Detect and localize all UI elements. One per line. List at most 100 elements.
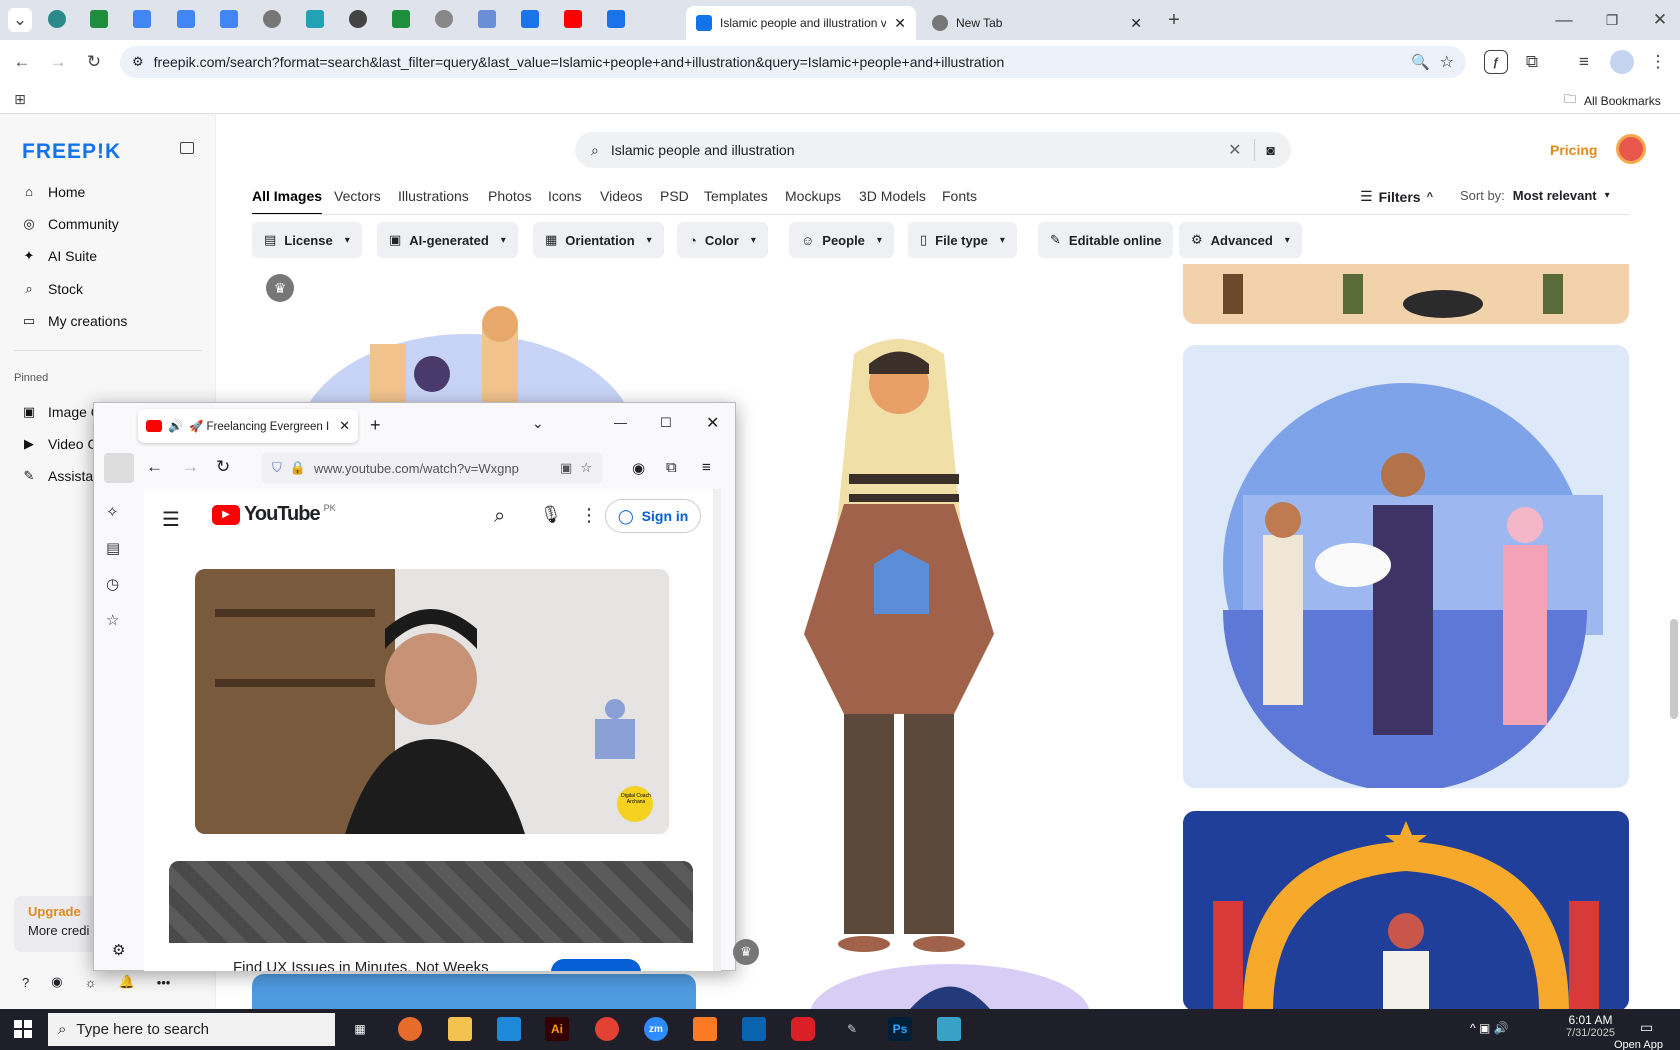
freepik-logo[interactable]: FREEP!K	[22, 140, 121, 164]
popup-settings-gear-icon[interactable]: ⚙	[112, 941, 125, 959]
creative-cloud-icon[interactable]	[791, 1017, 815, 1041]
bookmarks-star-icon[interactable]: ☆	[106, 611, 120, 629]
app-tab-icon[interactable]	[306, 10, 324, 28]
ad-cta-button[interactable]	[551, 959, 641, 971]
url-text[interactable]: freepik.com/search?format=search&last_fi…	[154, 54, 1401, 70]
tab-list-button[interactable]: ⌄	[8, 8, 32, 32]
tab-photos[interactable]: Photos	[488, 188, 532, 204]
popup-back-icon[interactable]: ←	[146, 457, 163, 477]
new-tab-plus-icon[interactable]: +	[1162, 8, 1186, 32]
pip-icon[interactable]: ▣	[560, 460, 572, 476]
discord-icon[interactable]: ◉	[51, 974, 62, 990]
more-menu-icon[interactable]: ⋮	[1646, 50, 1670, 74]
popup-close-icon[interactable]: ✕	[706, 413, 719, 433]
sheets-tab-icon[interactable]	[392, 10, 410, 28]
close-tab-icon[interactable]: ✕	[1130, 15, 1142, 32]
file-explorer-icon[interactable]	[448, 1017, 472, 1041]
scrollbar-thumb[interactable]	[1670, 619, 1678, 719]
sidebar-item-assistant[interactable]: ✎ Assistan	[22, 468, 101, 484]
taskbar-search[interactable]: ⌕ Type here to search	[48, 1013, 335, 1046]
reload-icon[interactable]: ↻	[82, 50, 106, 74]
popup-account-icon[interactable]: ◉	[632, 459, 645, 477]
all-bookmarks-button[interactable]: 🗀 All Bookmarks	[1564, 90, 1661, 111]
docs-tab-icon[interactable]	[220, 10, 238, 28]
popup-tab-list-icon[interactable]: ⌄	[532, 415, 544, 432]
clear-search-icon[interactable]: ✕	[1228, 140, 1241, 160]
popup-url-text[interactable]: www.youtube.com/watch?v=Wxgnp	[314, 461, 552, 476]
yt-sign-in-button[interactable]: ◯ Sign in	[605, 499, 702, 533]
popup-menu-icon[interactable]: ≡	[702, 459, 711, 476]
tab-freepik-active[interactable]: Islamic people and illustration v ✕	[686, 6, 916, 40]
tab-3d-models[interactable]: 3D Models	[859, 188, 926, 204]
sort-dropdown[interactable]: Sort by: Most relevant ▾	[1460, 188, 1610, 203]
restore-window-icon[interactable]: ❐	[1600, 8, 1624, 32]
sidebar-item-ai-suite[interactable]: ✦ AI Suite	[22, 248, 97, 264]
filter-color[interactable]: ◔ Color ▾	[677, 222, 768, 258]
tray-icons[interactable]: ^ ▣ 🔊	[1470, 1021, 1509, 1035]
notification-bell-icon[interactable]: 🔔	[119, 974, 135, 990]
result-image-man-with-prayer-shawl[interactable]	[704, 314, 1114, 954]
windows-start-icon[interactable]	[14, 1020, 32, 1038]
tab-mockups[interactable]: Mockups	[785, 188, 841, 204]
sidebar-item-image-generator[interactable]: ▣ Image G	[22, 404, 102, 420]
filter-file-type[interactable]: ▯ File type ▾	[908, 222, 1017, 258]
filter-editable-online[interactable]: ✎ Editable online	[1038, 222, 1174, 258]
extensions-puzzle-icon[interactable]: ⧉	[1520, 50, 1544, 74]
minimize-window-icon[interactable]: —	[1552, 8, 1576, 32]
popup-forward-icon[interactable]: →	[182, 457, 199, 477]
media-control-icon[interactable]: ≡	[1572, 50, 1596, 74]
yt-ad-card[interactable]: Find UX Issues in Minutes, Not Weeks	[169, 861, 693, 971]
ai-sparkle-icon[interactable]: ✧	[106, 503, 120, 521]
filter-people[interactable]: ☺ People ▾	[789, 222, 894, 258]
back-arrow-icon[interactable]: ←	[10, 50, 34, 74]
forward-arrow-icon[interactable]: →	[46, 50, 70, 74]
zoom-icon[interactable]: 🔍	[1411, 53, 1430, 71]
youtube-tab-icon[interactable]	[564, 10, 582, 28]
popup-reload-icon[interactable]: ↻	[216, 457, 230, 477]
pricing-link[interactable]: Pricing	[1550, 142, 1597, 158]
history-clock-icon[interactable]: ◷	[106, 575, 120, 593]
outlook-icon[interactable]	[742, 1017, 766, 1041]
yt-search-icon[interactable]: ⌕	[494, 505, 505, 528]
hamburger-menu-icon[interactable]: ☰	[162, 507, 180, 532]
help-icon[interactable]: ?	[22, 975, 29, 990]
close-tab-icon[interactable]: ✕	[894, 15, 906, 32]
sidebar-item-my-creations[interactable]: ▭ My creations	[22, 313, 128, 329]
tab-fonts[interactable]: Fonts	[942, 188, 977, 204]
tab-templates[interactable]: Templates	[704, 188, 768, 204]
globe-tab-icon[interactable]	[435, 10, 453, 28]
profile-avatar-icon[interactable]	[1610, 50, 1634, 74]
tab-vectors[interactable]: Vectors	[334, 188, 381, 204]
sync-tabs-icon[interactable]: ▤	[106, 539, 120, 557]
notification-icon[interactable]: ▭	[1640, 1019, 1653, 1036]
close-window-icon[interactable]: ✕	[1648, 8, 1672, 32]
docs-tab-icon[interactable]	[177, 10, 195, 28]
more-options-icon[interactable]: •••	[157, 975, 171, 990]
freepik-search-bar[interactable]: ⌕ Islamic people and illustration ✕ ◙	[575, 132, 1291, 168]
filter-ai-generated[interactable]: ▣ AI-generated ▾	[377, 222, 518, 258]
address-bar[interactable]: ⚙ freepik.com/search?format=search&last_…	[120, 46, 1466, 78]
tab-icons[interactable]: Icons	[548, 188, 581, 204]
illustrator-icon[interactable]: Ai	[545, 1017, 569, 1041]
yt-scrollbar[interactable]	[713, 489, 721, 971]
openai-tab-icon[interactable]	[349, 10, 367, 28]
sidebar-item-video-generator[interactable]: ▶ Video G	[22, 436, 98, 452]
tab-all-images[interactable]: All Images	[252, 188, 323, 215]
site-info-icon[interactable]: ⚙	[132, 54, 144, 70]
popup-sidebar-toggle-icon[interactable]	[104, 453, 134, 483]
popup-extensions-icon[interactable]: ⧉	[666, 459, 677, 476]
bookmark-star-icon[interactable]: ☆	[580, 460, 592, 476]
youtube-logo[interactable]: ▶ YouTube PK	[212, 503, 336, 526]
sidebar-item-home[interactable]: ⌂ Home	[22, 184, 85, 200]
tab-videos[interactable]: Videos	[600, 188, 643, 204]
sidebar-item-community[interactable]: ◎ Community	[22, 216, 118, 232]
zoom-icon[interactable]: zm	[644, 1017, 668, 1041]
grid-tab-icon[interactable]	[478, 10, 496, 28]
docs-tab-icon[interactable]	[133, 10, 151, 28]
yt-mic-icon[interactable]: 🎙	[540, 505, 562, 525]
filter-advanced[interactable]: ⚙ Advanced ▾	[1179, 222, 1302, 258]
filter-license[interactable]: ▤ License ▾	[252, 222, 362, 258]
sidebar-item-stock[interactable]: ⌕ Stock	[22, 281, 83, 297]
globe-tab-icon[interactable]	[263, 10, 281, 28]
camera-search-icon[interactable]: ◙	[1267, 142, 1275, 158]
